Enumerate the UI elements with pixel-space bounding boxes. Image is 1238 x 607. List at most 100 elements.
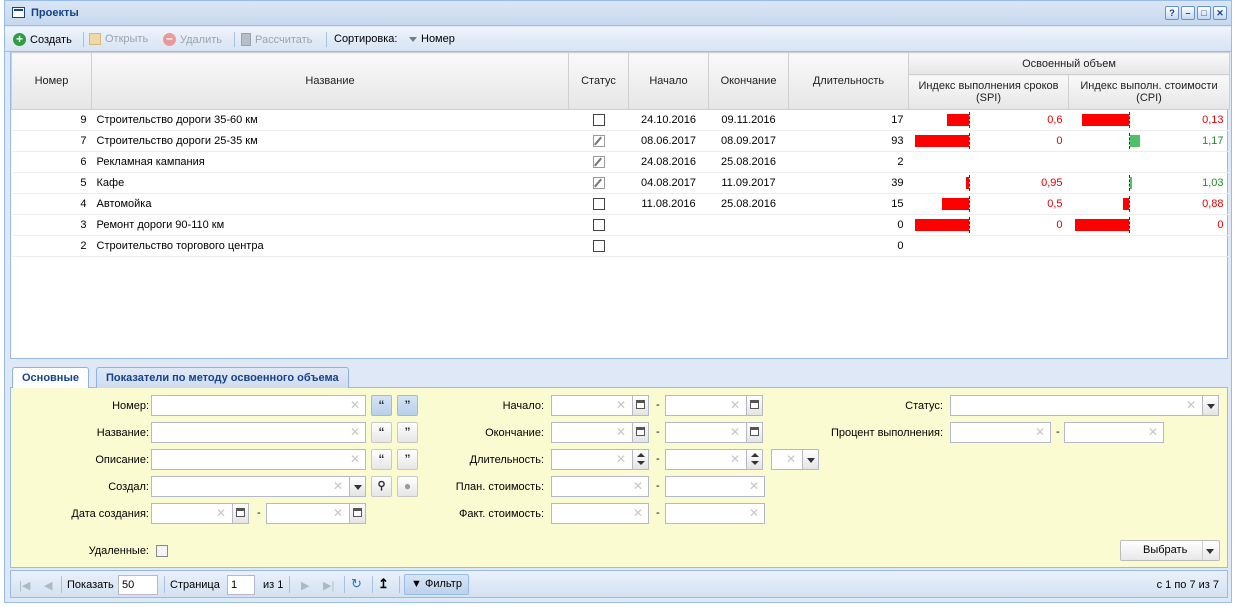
table-row[interactable]: 2 Строительство торгового центра 0: [11, 235, 1230, 257]
edit-icon[interactable]: [592, 156, 605, 169]
calendar-icon[interactable]: [632, 395, 649, 416]
created-date-from[interactable]: ✕: [151, 503, 249, 524]
tab-earned-value[interactable]: Показатели по методу освоенного объема: [96, 367, 349, 388]
calendar-icon[interactable]: [232, 503, 249, 524]
clear-icon[interactable]: ✕: [749, 480, 759, 492]
status-select[interactable]: ✕: [950, 395, 1219, 416]
tab-main[interactable]: Основные: [12, 367, 89, 389]
percent-from[interactable]: ✕: [950, 422, 1051, 443]
maximize-button[interactable]: □: [1197, 6, 1211, 20]
table-row[interactable]: 9 Строительство дороги 35-60 км 24.10.2016…: [11, 109, 1230, 131]
start-from[interactable]: ✕: [551, 395, 649, 416]
clear-icon[interactable]: ✕: [749, 507, 759, 519]
clear-icon[interactable]: ✕: [730, 399, 740, 411]
calendar-icon[interactable]: [746, 395, 763, 416]
calendar-icon[interactable]: [746, 422, 763, 443]
col-number[interactable]: Номер: [11, 52, 92, 110]
edit-icon[interactable]: [592, 135, 605, 148]
deleted-checkbox[interactable]: [156, 545, 168, 557]
col-spi[interactable]: Индекс выполнения сроков (SPI): [908, 74, 1069, 110]
spinner-icon[interactable]: [632, 449, 649, 470]
table-row[interactable]: 4 Автомойка 11.08.2016 25.08.2016 15 0,5 0,88: [11, 193, 1230, 215]
last-page-icon[interactable]: ▶|: [323, 579, 334, 592]
clear-icon[interactable]: ✕: [730, 426, 740, 438]
col-end[interactable]: Окончание: [708, 52, 789, 110]
filter-button[interactable]: ▼ Фильтр: [404, 574, 469, 595]
checkbox-icon[interactable]: [592, 114, 605, 127]
exact-quote-button[interactable]: “: [371, 422, 392, 443]
clear-icon[interactable]: ✕: [616, 399, 626, 411]
fact-cost-from[interactable]: ✕: [551, 503, 649, 524]
clear-icon[interactable]: ✕: [616, 426, 626, 438]
duration-unit-select[interactable]: ✕: [771, 449, 819, 470]
col-status[interactable]: Статус: [568, 52, 629, 110]
clear-icon[interactable]: ✕: [350, 426, 360, 438]
clear-icon[interactable]: ✕: [633, 480, 643, 492]
export-icon[interactable]: ↥: [378, 576, 389, 592]
checkbox-icon[interactable]: [592, 240, 605, 253]
clear-icon[interactable]: ✕: [1148, 426, 1158, 438]
chevron-down-icon[interactable]: [349, 476, 366, 497]
calculate-button[interactable]: Рассчитать: [241, 33, 312, 46]
name-input[interactable]: ✕: [151, 422, 366, 443]
calendar-icon[interactable]: [632, 422, 649, 443]
search-user-button[interactable]: ⚲: [371, 476, 392, 497]
clear-icon[interactable]: ✕: [333, 507, 343, 519]
refresh-icon[interactable]: ↻: [351, 576, 362, 592]
table-row[interactable]: 5 Кафе 04.08.2017 11.09.2017 39 0,95 1,03: [11, 172, 1230, 194]
clear-icon[interactable]: ✕: [1035, 426, 1045, 438]
created-date-to[interactable]: ✕: [266, 503, 366, 524]
col-start[interactable]: Начало: [628, 52, 709, 110]
clear-icon[interactable]: ✕: [616, 453, 626, 465]
percent-to[interactable]: ✕: [1064, 422, 1164, 443]
delete-button[interactable]: – Удалить: [163, 32, 222, 46]
create-button[interactable]: + Создать: [13, 33, 72, 46]
page-input[interactable]: 1: [227, 575, 255, 595]
prev-page-icon[interactable]: ◀: [44, 579, 52, 592]
fact-cost-to[interactable]: ✕: [665, 503, 765, 524]
end-from[interactable]: ✕: [551, 422, 649, 443]
close-button[interactable]: ✕: [1213, 6, 1227, 20]
col-duration[interactable]: Длительность: [788, 52, 909, 110]
exact-quote-button[interactable]: “: [371, 395, 392, 416]
checkbox-icon[interactable]: [592, 198, 605, 211]
page-size-input[interactable]: 50: [118, 575, 158, 595]
first-page-icon[interactable]: |◀: [19, 579, 30, 592]
clear-icon[interactable]: ✕: [350, 399, 360, 411]
plan-cost-to[interactable]: ✕: [665, 476, 765, 497]
chevron-down-icon[interactable]: [1202, 395, 1219, 416]
exact-quote-button[interactable]: “: [371, 449, 392, 470]
table-row[interactable]: 7 Строительство дороги 25-35 км 08.06.2017…: [11, 130, 1230, 152]
clear-icon[interactable]: ✕: [216, 507, 226, 519]
created-by-select[interactable]: ✕: [151, 476, 366, 497]
calendar-icon[interactable]: [349, 503, 366, 524]
clear-icon[interactable]: ✕: [633, 507, 643, 519]
edit-icon[interactable]: [592, 177, 605, 190]
table-row[interactable]: 6 Рекламная кампания 24.08.2016 25.08.2016 2: [11, 151, 1230, 173]
partial-quote-button[interactable]: ”: [397, 395, 418, 416]
end-to[interactable]: ✕: [665, 422, 763, 443]
partial-quote-button[interactable]: ”: [397, 422, 418, 443]
checkbox-icon[interactable]: [592, 219, 605, 232]
clear-icon[interactable]: ✕: [1186, 399, 1196, 411]
sort-button[interactable]: Номер: [409, 33, 455, 45]
open-button[interactable]: Открыть: [89, 33, 148, 45]
select-menu-arrow[interactable]: [1202, 541, 1219, 560]
help-button[interactable]: ?: [1165, 6, 1179, 20]
start-to[interactable]: ✕: [665, 395, 763, 416]
chevron-down-icon[interactable]: [802, 449, 819, 470]
clear-icon[interactable]: ✕: [350, 453, 360, 465]
next-page-icon[interactable]: ▶: [301, 579, 309, 592]
table-row[interactable]: 3 Ремонт дороги 90-110 км 0 0 0: [11, 214, 1230, 236]
description-input[interactable]: ✕: [151, 449, 366, 470]
col-cpi[interactable]: Индекс выполн. стоимости (CPI): [1067, 74, 1231, 110]
clear-icon[interactable]: ✕: [730, 453, 740, 465]
partial-quote-button[interactable]: ”: [397, 449, 418, 470]
user-button[interactable]: ●: [397, 476, 418, 497]
spinner-icon[interactable]: [746, 449, 763, 470]
duration-to[interactable]: ✕: [665, 449, 763, 470]
number-input[interactable]: ✕: [151, 395, 366, 416]
select-button[interactable]: Выбрать: [1120, 540, 1220, 561]
clear-icon[interactable]: ✕: [786, 453, 796, 465]
duration-from[interactable]: ✕: [551, 449, 649, 470]
